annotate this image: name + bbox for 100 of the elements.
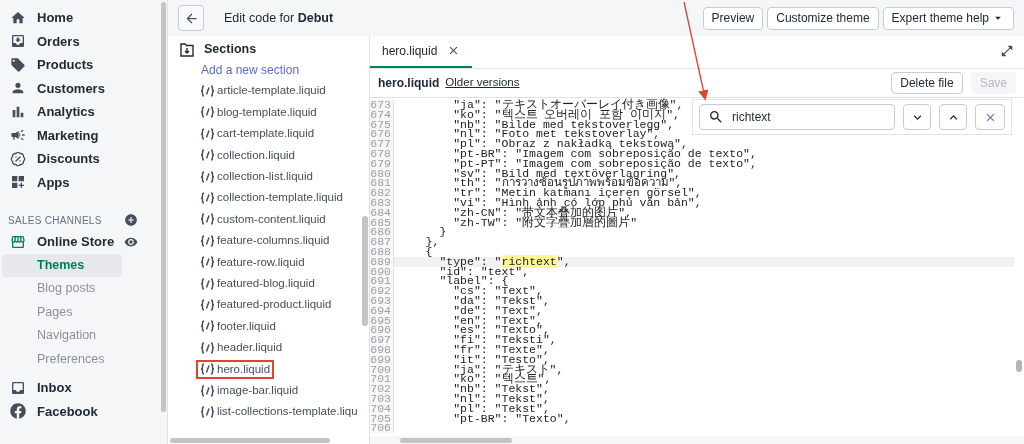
code-h-scrollbar[interactable]	[370, 436, 1024, 444]
nav-item[interactable]: Marketing	[0, 123, 160, 147]
storefront-icon	[10, 233, 26, 250]
line-number: 678	[370, 149, 394, 159]
file-item[interactable]: blog-template.liquid	[196, 102, 321, 122]
code-line: },	[424, 237, 440, 247]
search-icon	[708, 109, 724, 125]
file-item[interactable]: collection-template.liquid	[196, 188, 347, 208]
folder-download-icon	[180, 42, 194, 57]
code-line: {	[424, 246, 433, 257]
code-line: "da": "Tekst",	[452, 295, 550, 306]
file-item[interactable]: hero.liquid	[196, 359, 275, 379]
file-item[interactable]: feature-row.liquid	[196, 252, 309, 272]
file-item[interactable]: featured-product.liquid	[196, 295, 336, 315]
toolbar-button[interactable]: Expert theme help	[882, 6, 1014, 30]
file-item[interactable]: collection-list.liquid	[196, 167, 317, 187]
file-item[interactable]: custom-content.liquid	[196, 209, 330, 229]
code-line: "id": "text",	[438, 266, 530, 277]
nav-item[interactable]: Discounts	[0, 147, 160, 171]
code-line: "cs": "Text",	[452, 286, 543, 296]
file-item[interactable]: footer.liquid	[196, 316, 280, 336]
line-number: 674	[370, 109, 394, 120]
next-match-button[interactable]	[903, 104, 931, 130]
file-item[interactable]: image-bar.liquid	[196, 381, 303, 401]
code-file-icon	[200, 170, 215, 183]
code-line: "pl": "Tekst",	[452, 403, 550, 414]
toolbar-button[interactable]: Preview	[702, 6, 764, 30]
expand-icon[interactable]	[1000, 44, 1014, 58]
file-title: hero.liquid	[378, 75, 440, 92]
folder-name[interactable]: Sections	[204, 40, 257, 59]
nav-item[interactable]: Customers	[0, 76, 160, 100]
code-file-icon	[200, 192, 215, 205]
nav-item[interactable]: Online Store	[10, 232, 115, 252]
code-line: }	[438, 227, 447, 238]
back-button[interactable]	[178, 5, 204, 31]
line-number: 706	[370, 423, 394, 434]
code-line: "nb": "Tekst",	[452, 384, 550, 394]
search-field[interactable]: richtext	[699, 104, 895, 130]
code-line: "pl": "Obraz z nakładką tekstową",	[452, 139, 688, 149]
line-number: 693	[370, 295, 394, 306]
line-number: 687	[370, 237, 394, 247]
code-line: "pt-PT": "Imagem com sobreposição de texto",	[452, 158, 757, 169]
code-file-icon	[200, 213, 215, 226]
file-item[interactable]: collection.liquid	[196, 145, 299, 165]
apps-icon	[10, 174, 26, 191]
file-item[interactable]: featured-blog.liquid	[196, 274, 319, 294]
close-search-button[interactable]	[975, 104, 1005, 130]
code-line: "fi": "Teksti",	[452, 335, 557, 345]
previous-match-button[interactable]	[939, 104, 967, 130]
code-line: "zh-CN": "带文本叠加的图片",	[452, 207, 633, 218]
code-line: "es": "Texto",	[452, 325, 550, 336]
file-item[interactable]: cart-template.liquid	[196, 124, 319, 144]
code-file-icon	[200, 234, 215, 247]
nav-item[interactable]: Products	[0, 53, 160, 77]
code-file-icon	[200, 85, 215, 98]
toolbar-button[interactable]: Customize theme	[767, 6, 879, 30]
inbox-download-icon	[10, 33, 26, 50]
code-line: "tr": "Metin katmanı içeren görsel",	[452, 188, 702, 198]
code-line: "it": "Testo",	[452, 354, 550, 365]
add-section-link[interactable]: Add a new section	[201, 60, 300, 79]
nav-subitem[interactable]: Themes	[2, 253, 122, 277]
code-line: "nb": "Bilde med tekstoverlegg",	[452, 119, 675, 130]
line-number: 677	[370, 139, 394, 149]
code-line: "type": "richtext",	[438, 256, 571, 267]
nav-item[interactable]: Facebook	[0, 399, 160, 423]
code-line: "zh-TW": "附文字疊加層的圖片"	[452, 217, 638, 228]
file-item[interactable]: list-collections-template.liqu	[196, 402, 362, 422]
code-line: "fr": "Texte",	[452, 344, 550, 355]
facebook-icon	[10, 403, 26, 420]
line-number: 698	[370, 344, 394, 355]
code-line: "ja": "テキスト",	[452, 364, 564, 375]
code-line: "de": "Text",	[452, 305, 543, 316]
percent-badge-icon	[10, 150, 26, 167]
code-file-icon	[200, 384, 215, 397]
nav-item[interactable]: Home	[0, 6, 160, 30]
code-file-icon	[200, 299, 215, 311]
home-icon	[10, 9, 26, 26]
nav-item[interactable]: Inbox	[0, 376, 160, 400]
file-action-button[interactable]: Delete file	[891, 72, 963, 94]
file-item[interactable]: header.liquid	[196, 338, 287, 358]
section-heading: SALES CHANNELS	[8, 213, 102, 228]
line-number: 702	[370, 384, 394, 394]
code-line: "label": {	[438, 276, 509, 287]
line-number: 689	[370, 256, 394, 267]
line-number: 703	[370, 393, 394, 404]
line-number: 682	[370, 188, 394, 198]
nav-item[interactable]: Analytics	[0, 100, 160, 124]
editor-tab[interactable]: hero.liquid	[370, 35, 473, 68]
code-line: "pt-BR": "Imagem com sobreposição de texto",	[452, 149, 757, 159]
nav-item[interactable]: Orders	[0, 29, 160, 53]
line-number: 699	[370, 354, 394, 365]
older-versions-link[interactable]: Older versions	[445, 74, 520, 92]
line-number: 692	[370, 286, 394, 296]
code-file-icon	[200, 405, 215, 418]
file-item[interactable]: feature-columns.liquid	[196, 231, 334, 251]
code-file-icon	[200, 277, 215, 290]
line-number: 704	[370, 403, 394, 414]
file-item[interactable]: article-template.liquid	[196, 81, 330, 101]
nav-item[interactable]: Apps	[0, 170, 160, 194]
code-file-icon	[200, 127, 215, 140]
